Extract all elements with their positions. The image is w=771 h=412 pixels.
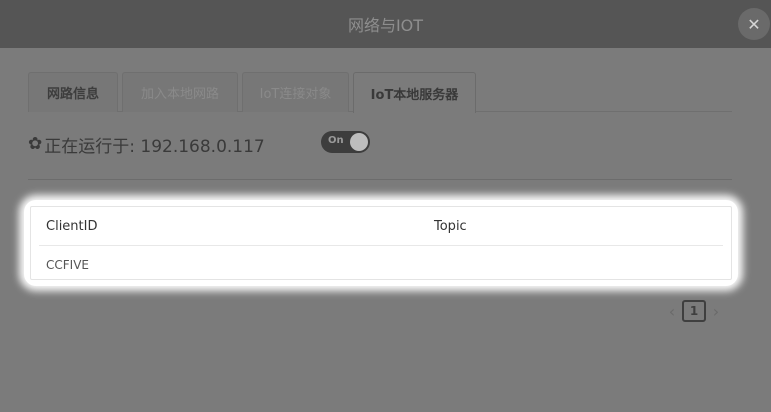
tab-join-local-network[interactable]: 加入本地网路	[122, 72, 238, 112]
pagination: ‹ 1 ›	[664, 299, 724, 323]
toggle-label: On	[328, 135, 344, 146]
tab-label: IoT连接对象	[259, 87, 332, 102]
header-divider	[39, 245, 723, 246]
tab-network-info[interactable]: 网路信息	[28, 72, 118, 112]
tab-bar: 网路信息 加入本地网路 IoT连接对象 IoT本地服务器	[28, 72, 732, 113]
dialog-title: 网络与IOT	[347, 16, 424, 35]
toggle-knob	[350, 133, 368, 151]
server-status-text: 正在运行于: 192.168.0.117	[44, 136, 265, 157]
divider	[28, 179, 732, 180]
column-header-clientid: ClientID	[46, 219, 98, 234]
close-icon[interactable]: ✕	[738, 8, 770, 40]
clients-table: ClientID Topic CCFIVE	[30, 206, 732, 280]
server-toggle[interactable]: On	[321, 131, 370, 153]
page-number[interactable]: 1	[682, 300, 706, 322]
column-header-topic: Topic	[434, 219, 467, 234]
clients-panel: ClientID Topic CCFIVE	[24, 200, 738, 286]
tab-label: IoT本地服务器	[370, 87, 459, 103]
server-status: ✿ 正在运行于: 192.168.0.117	[28, 130, 265, 158]
next-page-icon[interactable]: ›	[708, 302, 724, 321]
tab-iot-connection[interactable]: IoT连接对象	[242, 72, 349, 112]
table-cell-clientid: CCFIVE	[46, 258, 89, 272]
gear-icon: ✿	[28, 134, 43, 154]
dialog-titlebar: 网络与IOT	[0, 0, 771, 48]
tab-label: 加入本地网路	[140, 87, 219, 102]
prev-page-icon[interactable]: ‹	[664, 302, 680, 321]
tab-label: 网路信息	[46, 87, 99, 102]
tab-iot-local-server[interactable]: IoT本地服务器	[353, 72, 476, 113]
